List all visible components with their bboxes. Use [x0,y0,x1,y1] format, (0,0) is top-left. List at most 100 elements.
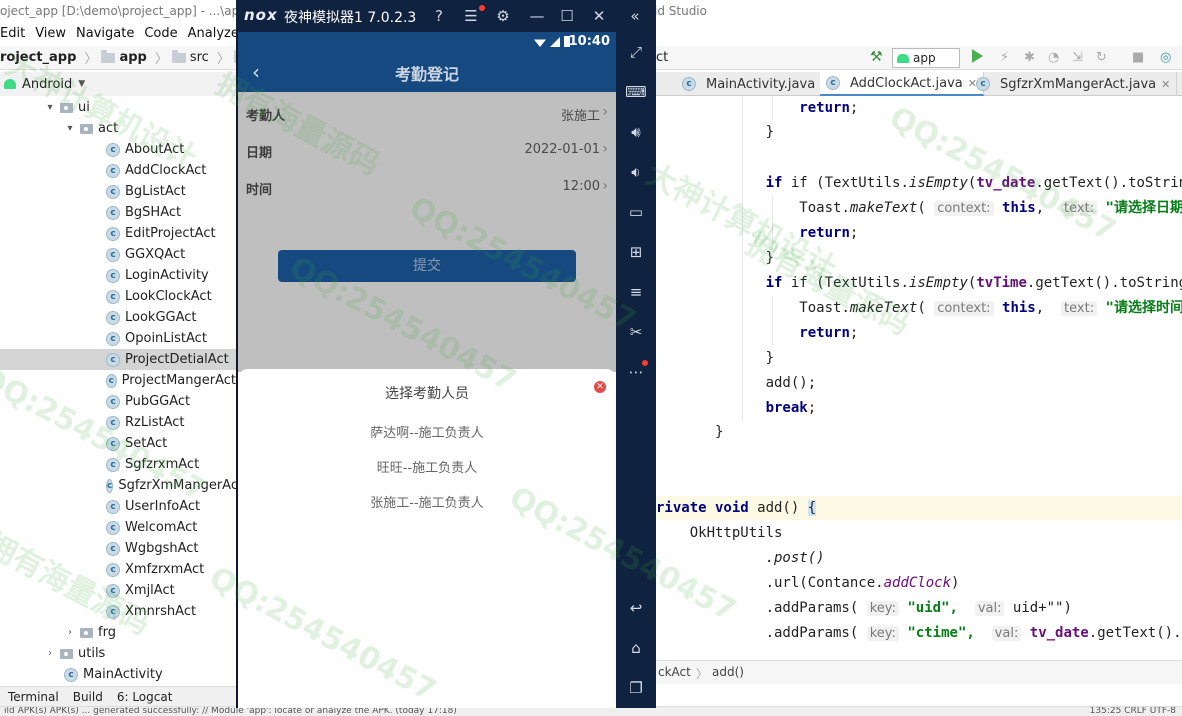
tree-class-item[interactable]: c UserInfoAct [0,496,236,517]
tree-class-item[interactable]: c AddClockAct [0,160,236,181]
tree-class-item[interactable]: c SgfzrxmAct [0,454,236,475]
chevron-right-icon[interactable]: › [44,648,56,659]
sync-icon[interactable]: ◎ [1160,50,1171,65]
tree-node-utils[interactable]: › utils [0,643,236,664]
restart-icon[interactable]: ↻ [1096,50,1107,65]
submit-button[interactable]: 提交 [278,250,576,282]
chevron-down-icon[interactable]: ▾ [44,102,56,113]
field-time[interactable]: 时间 12:00 › [238,170,616,206]
tab-sgfzrxmmangeract[interactable]: c SgfzrXmMangerAct.java ✕ [970,72,1178,96]
tree-class-item[interactable]: c WelcomAct [0,517,236,538]
stop-icon[interactable]: ■ [1132,50,1144,65]
gear-icon[interactable]: ⚙ [492,5,514,27]
keyboard-icon[interactable]: ⌨ [624,80,648,104]
tree-class-item[interactable]: c LookClockAct [0,286,236,307]
tree-class-item[interactable]: c SetAct [0,433,236,454]
chevron-down-icon[interactable]: ▾ [64,123,76,134]
terminal-tab[interactable]: Terminal [8,690,59,704]
package-icon [80,123,93,134]
class-icon: c [106,436,120,451]
attach-icon[interactable]: ⇲ [1072,50,1083,65]
multi-instance-icon[interactable]: ≡ [624,280,648,304]
home-icon[interactable]: ⌂ [624,636,648,660]
tree-class-item[interactable]: c BgSHAct [0,202,236,223]
collapse-sidebar-icon[interactable]: « [624,5,646,27]
class-icon: c [106,268,120,283]
maximize-icon[interactable]: ☐ [556,5,578,27]
tree-class-item[interactable]: c XmnrshAct [0,601,236,622]
volume-down-icon[interactable]: 🔉︎ [624,160,648,184]
tree-class-item[interactable]: c XmjlAct [0,580,236,601]
tree-class-item[interactable]: c LoginActivity [0,265,236,286]
tree-class-item[interactable]: c SgfzrXmMangerAct [0,475,243,496]
sheet-option[interactable]: 张施工--施工负责人 [238,492,616,511]
tree-node-act[interactable]: ▾ act [0,118,236,139]
code-line: .url(Contance.addClock) [765,575,960,591]
build-tab[interactable]: Build [73,690,103,704]
editor-crumb[interactable]: ct [656,50,668,65]
phone-screen: 10:40 ‹ 考勤登记 考勤人 张施工 › 日期 2022-01-01 › 时… [238,32,616,708]
menu-code[interactable]: Code [144,24,177,44]
crumb-src[interactable]: src [171,49,213,65]
tree-class-item[interactable]: c ProjectDetialAct [0,349,236,370]
back-icon[interactable]: ↩ [624,596,648,620]
tree-class-item[interactable]: c RzListAct [0,412,236,433]
code-line: .post() [765,550,825,566]
crumb-class[interactable]: ckAct [658,665,691,679]
class-icon: c [106,310,120,325]
tree-node-frg[interactable]: › frg [0,622,236,643]
crumb-app[interactable]: app [101,49,150,65]
hammer-icon[interactable]: ⚒ [870,49,883,65]
project-view-selector[interactable]: Android ▼ [0,72,236,96]
code-editor[interactable]: return; } if if (TextUtils.isEmpty(tv_da… [656,96,1182,648]
tab-mainactivity[interactable]: c MainActivity.java ✕ [676,72,837,96]
tree-class-item[interactable]: c AboutAct [0,139,236,160]
tree-node-mainactivity[interactable]: c MainActivity [0,664,236,685]
sheet-option[interactable]: 萨达啊--施工负责人 [238,422,616,441]
run-icon[interactable] [972,49,983,63]
field-date[interactable]: 日期 2022-01-01 › [238,133,616,169]
code-line: Toast.makeText( context: this, text: "请选… [799,200,1182,216]
tree-class-item[interactable]: c XmfzrxmAct [0,559,236,580]
tree-class-item[interactable]: c ProjectMangerAct [0,370,236,391]
debug-icon[interactable]: ✱ [1024,50,1035,65]
menu-edit[interactable]: Edit [0,24,25,44]
tree-class-item[interactable]: c LookGGAct [0,307,236,328]
recents-icon[interactable]: ❐ [624,676,648,700]
profile-icon[interactable]: ◔ [1048,50,1059,65]
tree-class-item[interactable]: c OpoinListAct [0,328,236,349]
run-configuration-select[interactable]: app [892,48,960,68]
tree-class-item[interactable]: c GGXQAct [0,244,236,265]
fullscreen-icon[interactable]: ⤢ [624,40,648,64]
tree-class-item[interactable]: c EditProjectAct [0,223,236,244]
tree-node-ui[interactable]: ▾ ui [0,97,236,118]
close-icon[interactable]: ✕ [1161,78,1170,91]
install-apk-icon[interactable]: ⊞ [624,240,648,264]
volume-up-icon[interactable]: 🔊︎ [624,120,648,144]
field-attendee[interactable]: 考勤人 张施工 › [238,96,616,132]
tree-class-item[interactable]: c BgListAct [0,181,236,202]
chevron-right-icon[interactable]: › [64,627,76,638]
class-icon: c [64,667,78,682]
close-icon[interactable]: ✕ [594,381,606,393]
tree-class-item[interactable]: c WgbgshAct [0,538,236,559]
menu-analyze[interactable]: Analyze [188,24,239,44]
menu-view[interactable]: View [35,24,66,44]
crumb-project[interactable]: roject_app [0,50,80,65]
code-line: } [765,350,775,366]
menu-navigate[interactable]: Navigate [76,24,134,44]
tab-addclockact[interactable]: c AddClockAct.java ✕ [820,72,984,96]
logcat-tab[interactable]: 6: Logcat [117,690,173,704]
package-icon [60,102,73,113]
close-icon[interactable]: ✕ [588,5,610,27]
minimize-icon[interactable]: — [526,5,548,27]
screen-icon[interactable]: ▭ [624,200,648,224]
status-time: 10:40 [568,34,610,49]
apply-changes-icon[interactable]: ⚡ [1000,50,1009,65]
sheet-option[interactable]: 旺旺--施工负责人 [238,457,616,476]
crumb-method[interactable]: add() [712,665,744,679]
tree-class-item[interactable]: c PubGGAct [0,391,236,412]
help-icon[interactable]: ? [428,5,450,27]
code-line: } [765,250,775,266]
scissors-icon[interactable]: ✂ [624,320,648,344]
